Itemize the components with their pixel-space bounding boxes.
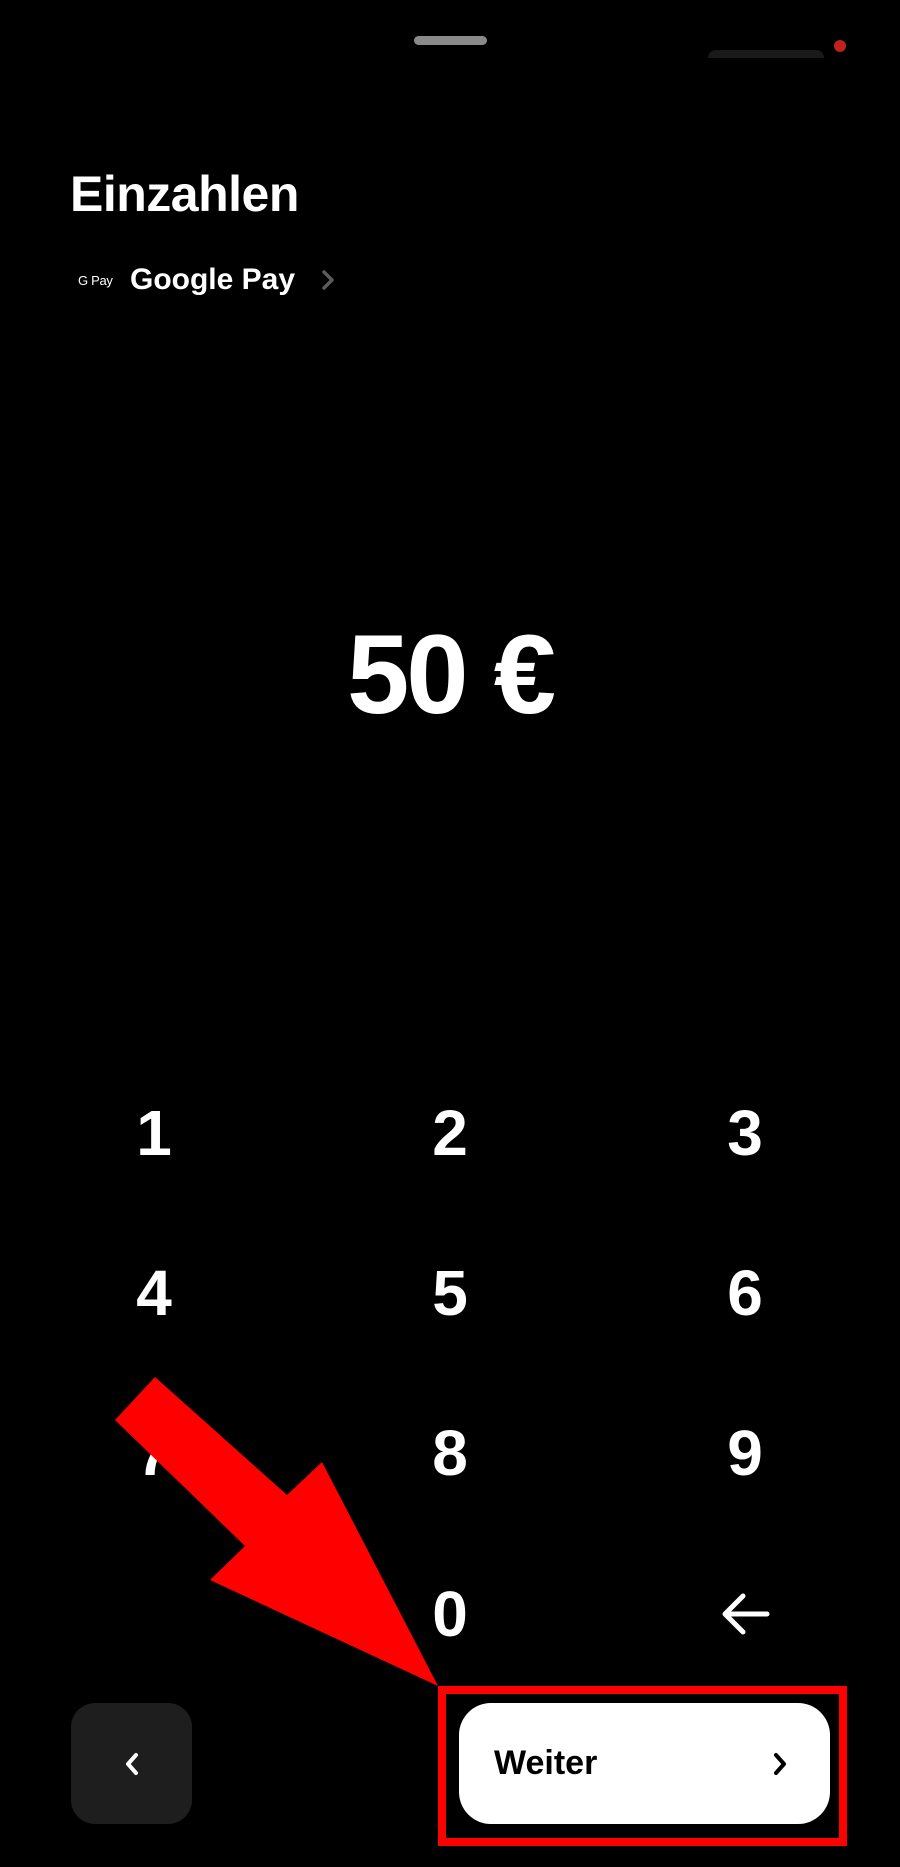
- key-7[interactable]: 7: [74, 1398, 234, 1508]
- key-0[interactable]: 0: [370, 1559, 530, 1669]
- chevron-right-icon: [774, 1752, 786, 1775]
- key-3[interactable]: 3: [665, 1078, 825, 1188]
- next-button-label: Weiter: [494, 1744, 598, 1782]
- key-6[interactable]: 6: [665, 1238, 825, 1348]
- key-5[interactable]: 5: [370, 1238, 530, 1348]
- drag-handle[interactable]: [414, 36, 487, 45]
- chevron-right-icon: [322, 270, 334, 290]
- key-2[interactable]: 2: [370, 1078, 530, 1188]
- payment-method-selector[interactable]: G Pay Google Pay: [78, 258, 335, 302]
- key-8[interactable]: 8: [370, 1398, 530, 1508]
- arrow-left-icon: [722, 1593, 770, 1635]
- top-overlay-pill: [708, 50, 824, 58]
- next-button[interactable]: Weiter: [459, 1703, 830, 1824]
- key-4[interactable]: 4: [74, 1238, 234, 1348]
- deposit-amount: 50 €: [347, 612, 556, 737]
- backspace-key[interactable]: [665, 1559, 825, 1669]
- key-9[interactable]: 9: [665, 1398, 825, 1508]
- key-1[interactable]: 1: [74, 1078, 234, 1188]
- page-title: Einzahlen: [70, 166, 299, 222]
- google-pay-logo: G Pay: [78, 272, 113, 288]
- payment-method-label: Google Pay: [130, 263, 296, 296]
- chevron-left-icon: [125, 1752, 138, 1775]
- recording-indicator: [834, 40, 846, 52]
- back-button[interactable]: [71, 1703, 192, 1824]
